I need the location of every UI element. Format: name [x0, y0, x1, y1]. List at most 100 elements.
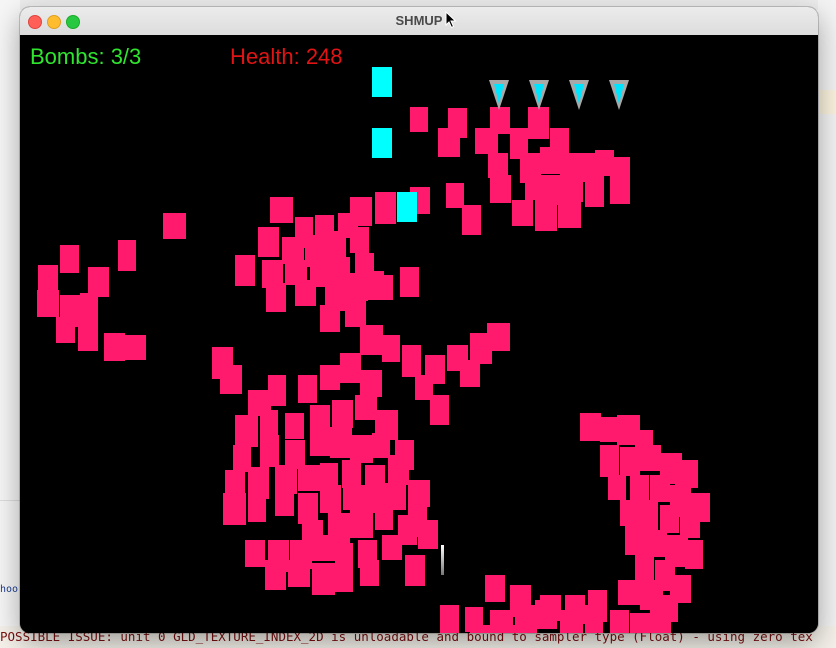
splatter-block [248, 493, 266, 522]
background-divider [0, 500, 20, 501]
background-code-snippet: hoo [0, 584, 19, 595]
splatter-block [245, 540, 265, 567]
splatter-block [388, 455, 409, 485]
splatter-block [490, 175, 511, 203]
health-counter: Health: 248 [230, 44, 343, 69]
splatter-block [275, 490, 294, 516]
splatter-block [266, 283, 286, 312]
splatter-block [310, 430, 331, 456]
splatter-block [512, 200, 533, 226]
splatter-block [350, 227, 369, 253]
splatter-block [535, 600, 557, 629]
splatter-block [56, 317, 75, 343]
splatter-block [610, 610, 629, 633]
splatter-block [312, 563, 335, 595]
splatter-block [475, 128, 498, 154]
splatter-block [470, 625, 492, 633]
enemy-ship [529, 80, 549, 110]
splatter-block [525, 175, 547, 200]
splatter-block [235, 415, 258, 447]
splatter-block [540, 147, 562, 174]
splatter-block [78, 320, 98, 351]
player-bullet [372, 67, 392, 97]
splatter-block [350, 435, 373, 463]
splatter-block [600, 445, 619, 477]
splatter-block [328, 231, 346, 260]
splatter-block [335, 563, 353, 592]
desktop: hoo POSSIBLE ISSUE: unit 0 GLD_TEXTURE_I… [0, 0, 836, 648]
splatter-block [528, 107, 549, 139]
splatter-block [408, 480, 430, 507]
splatter-block [350, 510, 373, 538]
splatter-block [645, 530, 667, 557]
game-canvas[interactable]: Bombs: 3/3 Health: 248 [20, 35, 818, 633]
splatter-block [118, 240, 136, 271]
player-bullet [372, 128, 392, 158]
splatter-block [500, 625, 523, 633]
mouse-cursor-icon [445, 11, 457, 29]
splatter-block [80, 293, 98, 322]
splatter-block [104, 333, 125, 361]
splatter-block [330, 427, 352, 458]
splatter-block [220, 365, 242, 394]
splatter-block [400, 267, 419, 297]
splatter-block [585, 605, 603, 633]
splatter-block [535, 200, 557, 231]
splatter-block [460, 360, 480, 387]
game-window[interactable]: SHMUP Bombs: 3/3 Health: 248 [20, 7, 818, 633]
splatter-block [235, 255, 255, 286]
splatter-block [360, 560, 379, 586]
bombs-counter: Bombs: 3/3 [30, 44, 142, 69]
splatter-block [405, 555, 425, 586]
splatter-block [410, 107, 428, 132]
splatter-block [223, 493, 246, 525]
splatter-block [640, 445, 661, 471]
splatter-block [163, 213, 186, 239]
splatter-block [685, 540, 703, 569]
splatter-block [375, 505, 393, 530]
splatter-block [312, 535, 335, 561]
splatter-block [510, 585, 531, 617]
splatter-block [320, 485, 341, 513]
splatter-block [375, 192, 396, 224]
splatter-block [360, 325, 383, 355]
splatter-block [418, 520, 438, 549]
splatter-block [268, 375, 286, 406]
splatter-block [260, 435, 279, 467]
splatter-block [298, 375, 317, 403]
splatter-block [37, 290, 59, 317]
splatter-block [560, 610, 583, 633]
splatter-block [558, 200, 581, 228]
splatter-block [625, 525, 646, 555]
enemy-ship [569, 80, 589, 110]
window-titlebar[interactable]: SHMUP [20, 7, 818, 36]
splatter-block [660, 505, 679, 533]
splatter-block [320, 305, 340, 332]
splatter-block [38, 265, 58, 290]
splatter-block [298, 465, 321, 491]
splatter-block [462, 205, 481, 235]
splatter-block [402, 345, 421, 377]
background-app-left-pane [0, 0, 20, 648]
splatter-block [585, 175, 604, 207]
splatter-block [565, 175, 583, 202]
splatter-block [285, 413, 304, 439]
splatter-block [580, 413, 601, 441]
splatter-block [295, 280, 316, 306]
splatter-block [362, 271, 384, 300]
window-title: SHMUP [395, 13, 443, 28]
splatter-block [608, 475, 626, 500]
splatter-block [288, 560, 310, 587]
splatter-block [342, 460, 361, 488]
splatter-block [487, 323, 510, 351]
splatter-block [675, 460, 698, 488]
splatter-block [332, 400, 353, 428]
splatter-block [382, 335, 400, 362]
splatter-block [620, 447, 640, 476]
splatter-block [60, 245, 79, 273]
splatter-block [650, 610, 671, 633]
splatter-block [610, 175, 630, 204]
splatter-block [265, 560, 286, 590]
background-highlight [819, 90, 836, 114]
splatter-block [270, 197, 293, 223]
